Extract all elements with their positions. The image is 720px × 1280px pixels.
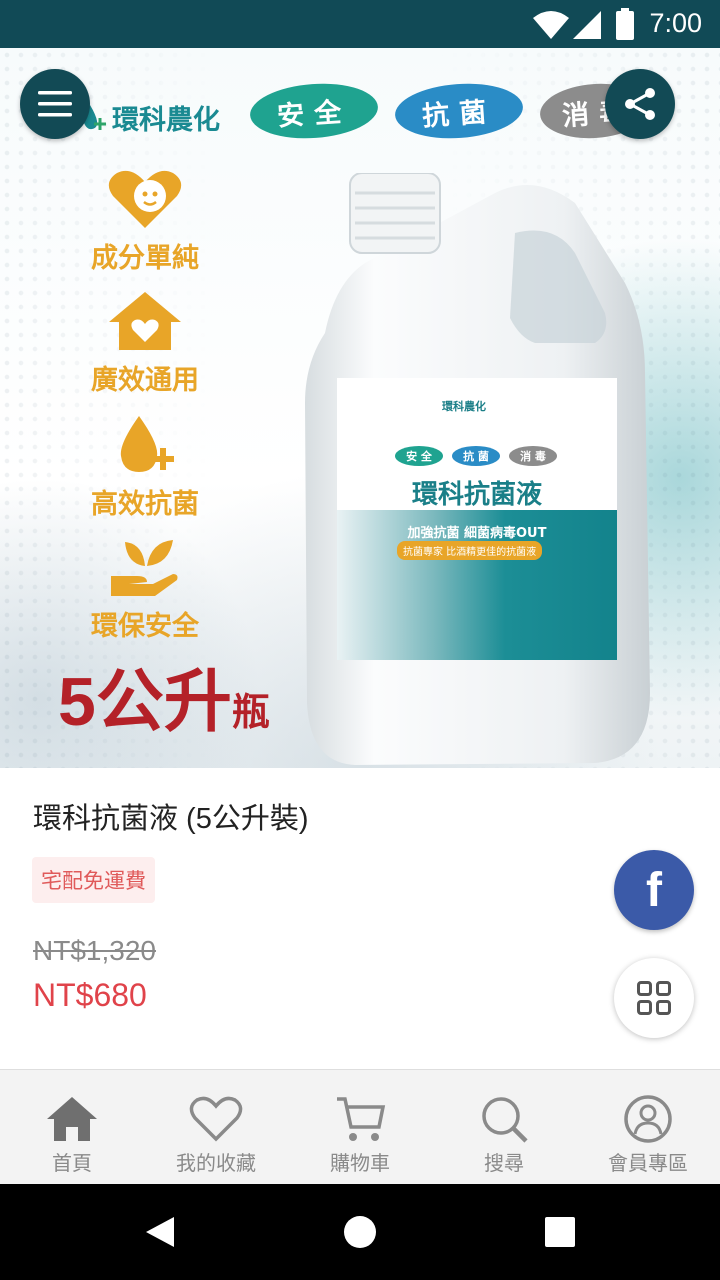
nav-label: 搜尋: [484, 1153, 524, 1175]
product-title: 環科抗菌液 (5公升裝): [33, 803, 309, 835]
nav-member[interactable]: 會員專區: [576, 1070, 720, 1185]
nav-label: 首頁: [52, 1153, 92, 1175]
nav-favorites[interactable]: 我的收藏: [144, 1070, 288, 1185]
feature-simple-ingredients: 成分單純: [70, 168, 220, 275]
volume-text: 5公升瓶: [58, 646, 270, 745]
label-subtitle: 加強抗菌 細菌病毒OUT: [407, 526, 547, 541]
feature-label: 成分單純: [91, 243, 199, 273]
volume-unit: 瓶: [231, 692, 270, 734]
home-icon: [47, 1097, 97, 1141]
back-icon[interactable]: [144, 1215, 176, 1249]
hamburger-icon: [38, 91, 72, 117]
original-price: NT$1,320: [33, 935, 156, 966]
search-icon: [482, 1097, 528, 1143]
label-title: 環科抗菌液: [411, 479, 542, 509]
nav-label: 購物車: [330, 1153, 390, 1175]
droplet-plus-icon: [120, 416, 174, 472]
feature-label: 環保安全: [91, 611, 199, 641]
label-tagline: 抗菌專家 比酒精更佳的抗菌液: [397, 541, 543, 560]
system-navigation-bar: [0, 1184, 720, 1280]
product-hero-image: 環科農化 安全 抗菌 消毒 成分單純 廣效通用 高效抗菌 環保安全 5公升瓶 環…: [0, 48, 720, 768]
feature-high-efficiency: 高效抗菌: [70, 414, 220, 521]
feature-wide-use: 廣效通用: [70, 290, 220, 397]
sale-price: NT$680: [33, 977, 147, 1013]
feature-eco-safe: 環保安全: [70, 536, 220, 643]
wifi-icon: [533, 11, 569, 39]
home-button-icon[interactable]: [344, 1216, 376, 1248]
battery-icon: [616, 8, 634, 40]
hand-leaf-icon: [111, 540, 178, 596]
label-pill-safe: 安 全: [395, 446, 443, 466]
feature-label: 高效抗菌: [91, 489, 199, 519]
facebook-share-button[interactable]: f: [614, 850, 694, 930]
recents-icon[interactable]: [545, 1217, 575, 1247]
menu-button[interactable]: [20, 69, 90, 139]
nav-label: 我的收藏: [176, 1153, 256, 1175]
nav-home[interactable]: 首頁: [0, 1070, 144, 1185]
nav-search[interactable]: 搜尋: [432, 1070, 576, 1185]
user-icon: [624, 1095, 672, 1143]
label-brand: 環科農化: [442, 400, 486, 413]
feature-label: 廣效通用: [91, 365, 199, 395]
nav-label: 會員專區: [608, 1153, 688, 1175]
cart-icon: [337, 1097, 386, 1141]
share-button[interactable]: [605, 69, 675, 139]
brand-logo: 環科農化: [80, 98, 220, 137]
bottle-label: 環科農化 安 全 抗 菌 消 毒 環科抗菌液 加強抗菌 細菌病毒OUT 抗菌專家…: [337, 378, 617, 660]
clock: 7:00: [649, 8, 702, 38]
share-icon: [625, 88, 655, 120]
house-heart-icon: [109, 292, 181, 350]
brand-name: 環科農化: [112, 105, 220, 135]
signal-icon: [573, 11, 601, 39]
status-bar: 7:00: [0, 0, 720, 48]
volume-number: 5公升: [58, 664, 232, 740]
grid-icon: [637, 981, 671, 1015]
heart-icon: [189, 1096, 243, 1142]
category-grid-button[interactable]: [614, 958, 694, 1038]
free-shipping-badge: 宅配免運費: [32, 857, 155, 903]
label-pill-disinfect: 消 毒: [509, 446, 557, 466]
nav-cart[interactable]: 購物車: [288, 1070, 432, 1185]
label-pill-antibacterial: 抗 菌: [452, 446, 500, 466]
bottom-navigation: 首頁 我的收藏 購物車 搜尋 會員專區: [0, 1069, 720, 1185]
facebook-icon: f: [646, 863, 662, 917]
baby-heart-icon: [108, 170, 182, 228]
